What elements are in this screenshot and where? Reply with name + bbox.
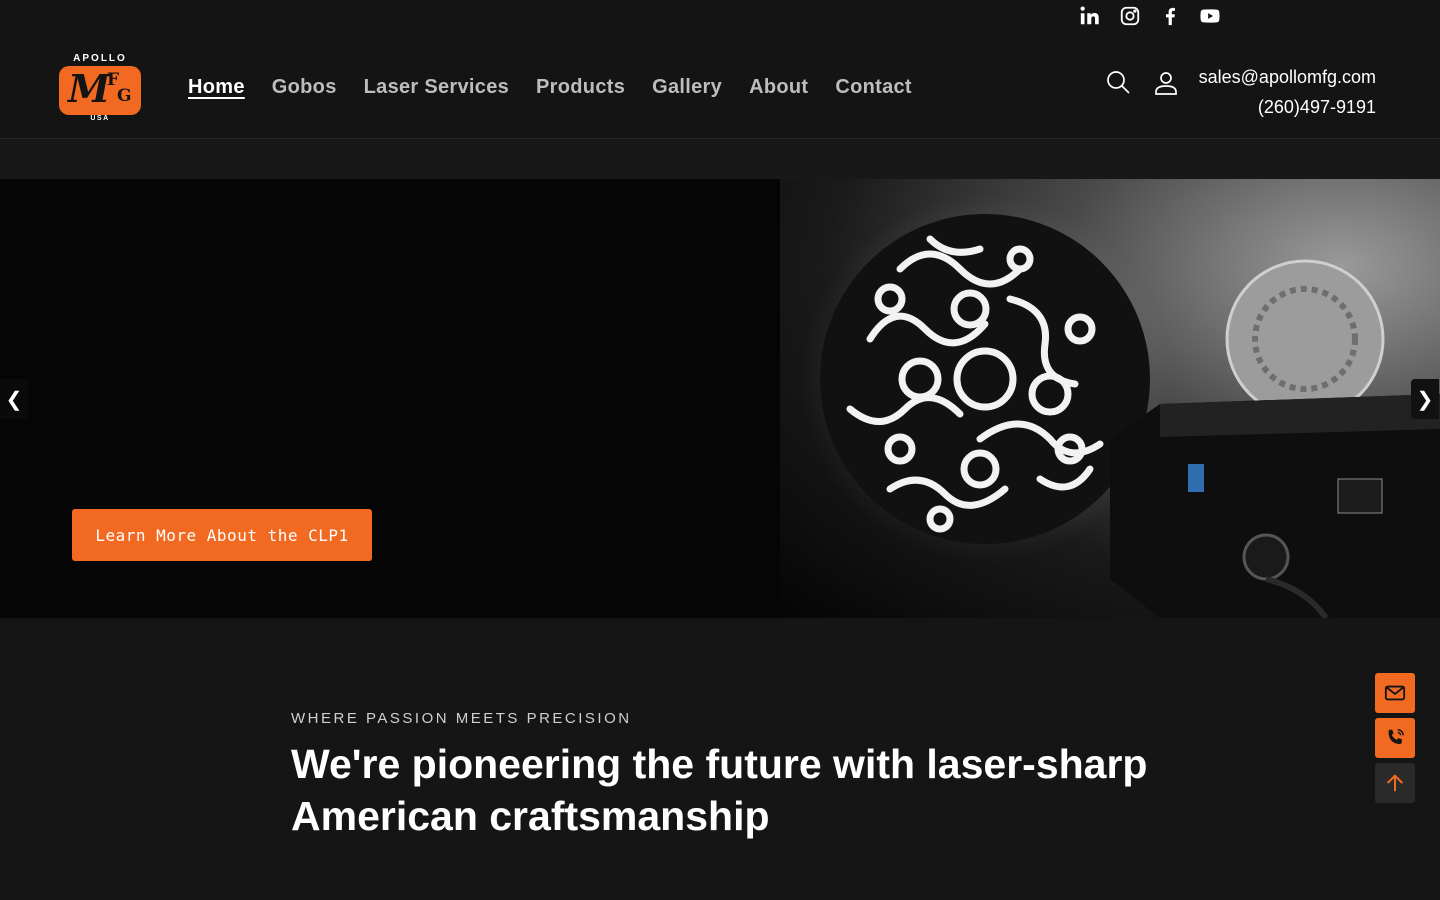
header-email[interactable]: sales@apollomfg.com [1199, 62, 1376, 92]
section-eyebrow: WHERE PASSION MEETS PRECISION [291, 710, 632, 727]
section-headline: We're pioneering the future with laser-s… [291, 741, 1148, 839]
learn-more-clp1-button[interactable]: Learn More About the CLP1 [72, 509, 372, 561]
slider-next-button[interactable]: ❯ [1411, 379, 1439, 419]
nav-gobos[interactable]: Gobos [272, 76, 337, 99]
envelope-icon [1384, 685, 1406, 701]
nav-laser-services[interactable]: Laser Services [364, 76, 509, 99]
hero-gobo-projector-image [780, 179, 1440, 618]
logo-badge: M F G [59, 66, 141, 115]
linkedin-icon[interactable] [1070, 3, 1110, 29]
apollo-mfg-logo[interactable]: APOLLO M F G USA [58, 53, 142, 125]
slider-prev-button[interactable]: ❮ [0, 379, 28, 419]
email-float-button[interactable] [1375, 673, 1415, 713]
instagram-icon[interactable] [1110, 3, 1150, 29]
header-phone[interactable]: (260)497-9191 [1199, 92, 1376, 122]
nav-products[interactable]: Products [536, 76, 625, 99]
phone-icon [1388, 729, 1404, 744]
main-nav: Home Gobos Laser Services Products Galle… [188, 76, 912, 99]
logo-mark-m: M [68, 66, 111, 111]
back-to-top-button[interactable] [1375, 763, 1415, 803]
logo-bottom-text: USA [90, 115, 110, 122]
hero-slider: ❮ ❯ Learn More About the CLP1 [0, 179, 1440, 618]
logo-mark-g: G [117, 86, 132, 106]
search-icon[interactable] [1105, 69, 1131, 95]
youtube-icon[interactable] [1190, 3, 1230, 29]
nav-contact[interactable]: Contact [835, 76, 912, 99]
nav-home[interactable]: Home [188, 76, 245, 99]
site-header: APOLLO M F G USA Home Gobos Laser Servic… [0, 0, 1440, 139]
account-icon[interactable] [1153, 70, 1179, 96]
arrow-up-icon [1386, 774, 1404, 792]
header-spacer [0, 139, 1440, 179]
facebook-icon[interactable] [1150, 3, 1190, 29]
header-contact: sales@apollomfg.com (260)497-9191 [1199, 62, 1376, 122]
nav-gallery[interactable]: Gallery [652, 76, 722, 99]
nav-about[interactable]: About [749, 76, 808, 99]
phone-float-button[interactable] [1375, 718, 1415, 758]
logo-top-text: APOLLO [73, 53, 127, 64]
social-links [1070, 3, 1230, 29]
